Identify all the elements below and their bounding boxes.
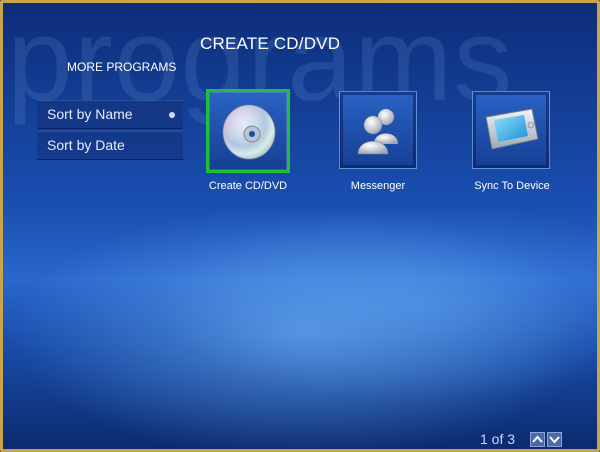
sort-by-name-option[interactable]: Sort by Name: [37, 100, 183, 129]
tile-label: Messenger: [350, 180, 406, 192]
chevron-up-icon: [532, 435, 543, 443]
create-cd-dvd-tile[interactable]: [206, 89, 290, 173]
chevron-down-icon: [549, 436, 560, 444]
sort-by-date-option[interactable]: Sort by Date: [37, 131, 183, 160]
media-center-window: programs CREATE CD/DVD MORE PROGRAMS Sor…: [0, 0, 600, 452]
portable-device-icon: [485, 108, 539, 150]
page-down-button[interactable]: [547, 432, 562, 447]
page-up-button[interactable]: [530, 432, 545, 447]
tile-label: Sync To Device: [474, 180, 550, 192]
sort-option-label: Sort by Date: [47, 137, 125, 153]
sort-option-label: Sort by Name: [47, 106, 133, 122]
page-title: CREATE CD/DVD: [200, 34, 341, 53]
page-indicator: 1 of 3: [480, 431, 516, 447]
section-heading: MORE PROGRAMS: [67, 60, 177, 74]
cd-dvd-icon: [222, 104, 276, 160]
sync-to-device-tile[interactable]: [472, 91, 550, 169]
tile-label: Create CD/DVD: [208, 180, 288, 192]
selected-indicator-icon: [169, 112, 175, 118]
messenger-icon: [357, 109, 398, 155]
messenger-tile[interactable]: [339, 91, 417, 169]
